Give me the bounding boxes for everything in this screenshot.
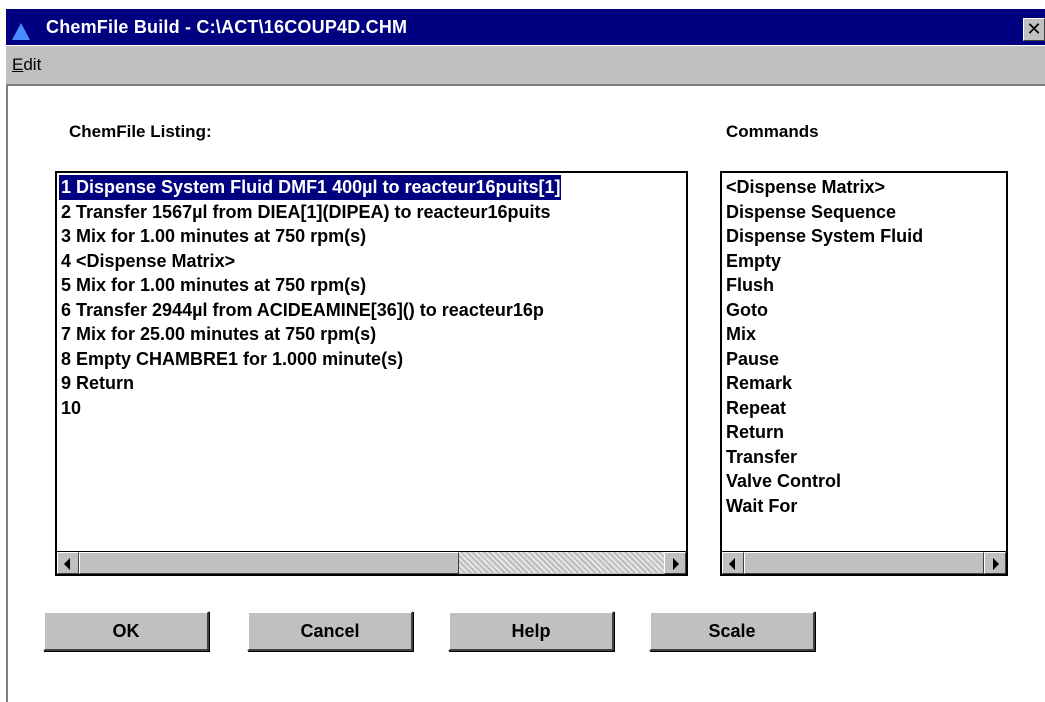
listing-item-text: 9 Return: [61, 373, 135, 393]
command-item[interactable]: Repeat: [724, 396, 1004, 421]
ok-button[interactable]: OK: [43, 611, 209, 651]
title-bar[interactable]: ChemFile Build - C:\ACT\16COUP4D.CHM ✕: [6, 9, 1045, 45]
commands-box[interactable]: <Dispense Matrix> Dispense Sequence Dispen…: [720, 171, 1008, 576]
command-items: <Dispense Matrix> Dispense Sequence Dispen…: [724, 175, 1004, 550]
chemfile-listing-box[interactable]: 1 Dispense System Fluid DMF1 400µl to re…: [55, 171, 688, 576]
left-arrow-icon: [729, 558, 735, 570]
listing-item[interactable]: 5 Mix for 1.00 minutes at 750 rpm(s): [59, 273, 684, 298]
app-icon: [12, 23, 30, 40]
command-item[interactable]: <Dispense Matrix>: [724, 175, 1004, 200]
window-title: ChemFile Build - C:\ACT\16COUP4D.CHM: [46, 17, 408, 37]
listing-item-text: 1 Dispense System Fluid DMF1 400µl to re…: [59, 175, 561, 200]
scroll-left-button[interactable]: [57, 552, 79, 574]
command-item[interactable]: Transfer: [724, 445, 1004, 470]
listing-item-text: 2 Transfer 1567µl from DIEA[1](DIPEA) to…: [61, 201, 551, 222]
listing-horizontal-scrollbar[interactable]: [57, 551, 686, 574]
scroll-left-button[interactable]: [722, 552, 744, 574]
menu-edit[interactable]: Edit: [12, 55, 41, 75]
listing-item-text: 6 Transfer 2944µl from ACIDEAMINE[36]() …: [61, 299, 544, 320]
listing-item[interactable]: 9 Return: [59, 371, 684, 396]
listing-item-text: 4 <Dispense Matrix>: [61, 250, 236, 271]
listing-item[interactable]: 10: [59, 396, 684, 421]
close-icon: ✕: [1026, 19, 1042, 39]
command-item[interactable]: Goto: [724, 298, 1004, 323]
cancel-button[interactable]: Cancel: [247, 611, 413, 651]
listing-item[interactable]: 7 Mix for 25.00 minutes at 750 rpm(s): [59, 322, 684, 347]
command-item[interactable]: Dispense Sequence: [724, 200, 1004, 225]
commands-horizontal-scrollbar[interactable]: [722, 551, 1006, 574]
command-item[interactable]: Return: [724, 420, 1004, 445]
scroll-right-button[interactable]: [664, 552, 686, 574]
listing-item-text: 7 Mix for 25.00 minutes at 750 rpm(s): [61, 324, 377, 344]
chemfile-build-window: ChemFile Build - C:\ACT\16COUP4D.CHM ✕ E…: [0, 0, 1045, 702]
scroll-right-button[interactable]: [984, 552, 1006, 574]
listing-item[interactable]: 1 Dispense System Fluid DMF1 400µl to re…: [59, 175, 684, 200]
listing-item-text: 5 Mix for 1.00 minutes at 750 rpm(s): [61, 275, 367, 295]
left-arrow-icon: [64, 558, 70, 570]
command-item[interactable]: Remark: [724, 371, 1004, 396]
right-arrow-icon: [673, 558, 679, 570]
command-item[interactable]: Wait For: [724, 494, 1004, 519]
listing-item-text: 3 Mix for 1.00 minutes at 750 rpm(s): [61, 226, 367, 246]
command-item[interactable]: Pause: [724, 347, 1004, 372]
command-item[interactable]: Empty: [724, 249, 1004, 274]
scroll-thumb[interactable]: [744, 552, 984, 574]
listing-item[interactable]: 3 Mix for 1.00 minutes at 750 rpm(s): [59, 224, 684, 249]
help-button[interactable]: Help: [448, 611, 614, 651]
listing-items: 1 Dispense System Fluid DMF1 400µl to re…: [59, 175, 684, 550]
close-button[interactable]: ✕: [1023, 18, 1045, 41]
scroll-thumb[interactable]: [79, 552, 459, 574]
command-item[interactable]: Valve Control: [724, 469, 1004, 494]
command-item[interactable]: Flush: [724, 273, 1004, 298]
commands-label: Commands: [726, 122, 819, 141]
command-item[interactable]: Dispense System Fluid: [724, 224, 1004, 249]
listing-item[interactable]: 8 Empty CHAMBRE1 for 1.000 minute(s): [59, 347, 684, 372]
scale-button[interactable]: Scale: [649, 611, 815, 651]
listing-item[interactable]: 4 <Dispense Matrix>: [59, 249, 684, 274]
listing-item-text: 8 Empty CHAMBRE1 for 1.000 minute(s): [61, 348, 404, 369]
listing-item[interactable]: 6 Transfer 2944µl from ACIDEAMINE[36]() …: [59, 298, 684, 323]
window-left-border: [6, 86, 8, 702]
listing-item-text: 10: [61, 397, 82, 418]
listing-item[interactable]: 2 Transfer 1567µl from DIEA[1](DIPEA) to…: [59, 200, 684, 225]
command-item[interactable]: Mix: [724, 322, 1004, 347]
menu-bar: Edit: [6, 46, 1045, 86]
chemfile-listing-label: ChemFile Listing:: [69, 122, 212, 141]
right-arrow-icon: [993, 558, 999, 570]
